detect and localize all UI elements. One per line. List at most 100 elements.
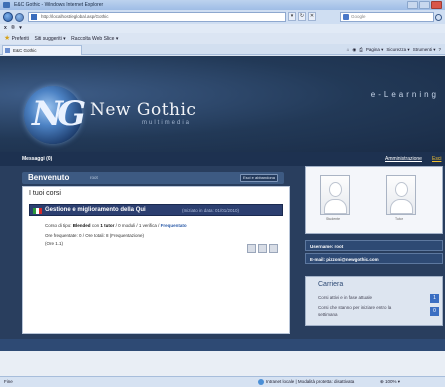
- course-date: (Iniziato in data: 01/01/2010): [182, 208, 240, 213]
- welcome-title: Benvenuto: [28, 173, 70, 182]
- cmd-help[interactable]: ?: [438, 46, 441, 54]
- admin-link[interactable]: Amministrazione: [385, 152, 422, 166]
- courses-heading: I tuoi corsi: [29, 190, 61, 197]
- course-hours-line: Ore frequentate: 0 / Ore totali: 8 (Freq…: [45, 233, 145, 238]
- tutor-avatar[interactable]: [386, 175, 416, 215]
- cmd-page[interactable]: Pagina ▾: [366, 46, 384, 54]
- page-footer-bar: [0, 339, 445, 351]
- address-bar-row: http://localhost/eglobal.asp/Gothic ▾ ↻ …: [0, 10, 445, 24]
- courses-panel: I tuoi corsi Gestione e miglioramento de…: [22, 186, 290, 334]
- search-placeholder: Google: [351, 14, 366, 19]
- course-title-bar[interactable]: Gestione e miglioramento della Qui (Iniz…: [29, 204, 283, 216]
- exit-link[interactable]: Esci: [432, 152, 441, 166]
- course-type-line: Corso di tipo: Blended con 1 tutor / 0 m…: [45, 223, 187, 228]
- course-name[interactable]: Gestione e miglioramento della Qui: [45, 207, 146, 213]
- favorites-star-icon[interactable]: ★: [4, 35, 10, 42]
- stop-icon[interactable]: ✕: [308, 12, 316, 21]
- forward-button[interactable]: [15, 13, 24, 22]
- security-zone-text: Intranet locale | Modalità protetta: dis…: [266, 379, 355, 384]
- refresh-icon[interactable]: ↻: [298, 12, 306, 21]
- tab-page[interactable]: E&C Gothic: [2, 45, 82, 55]
- career-title: Carriera: [318, 281, 344, 288]
- site-header: NG New Gothic multimedia e-Learning: [0, 56, 445, 152]
- course-type-label: Corso di tipo:: [45, 223, 72, 228]
- home-icon[interactable]: ⌂: [347, 46, 350, 54]
- username-row: Username: root: [305, 240, 443, 251]
- status-bar: Fine Intranet locale | Modalità protetta…: [0, 376, 445, 387]
- zoom-control[interactable]: ⊕ 100% ▾: [380, 377, 400, 387]
- avatar-body-icon: [324, 199, 347, 214]
- career-line-upcoming-cont: settimana: [318, 312, 338, 317]
- menu-row: x ® ▾: [0, 24, 445, 33]
- welcome-bar: Benvenuto root Esci e abbandona: [22, 172, 284, 184]
- url-text: http://localhost/eglobal.asp/Gothic: [41, 14, 109, 19]
- avatars-box: Studente Tutor: [305, 166, 443, 234]
- page-footer-area: [0, 351, 445, 376]
- logo-monogram: NG: [32, 94, 86, 134]
- course-hours-detail: (Ore 1.1): [45, 241, 64, 246]
- course-enter-icon[interactable]: [269, 244, 278, 253]
- messages-link[interactable]: Messaggi (0): [22, 152, 52, 166]
- browser-icon: [3, 2, 10, 8]
- menu-item-convert[interactable]: ®: [11, 25, 15, 31]
- course-doc-icon[interactable]: [258, 244, 267, 253]
- command-bar: ⌂ ◉ ⎙ Pagina ▾ Sicurezza ▾ Strumenti ▾ ?: [347, 46, 441, 54]
- favorites-item-suggested[interactable]: Siti suggeriti ▾: [34, 36, 65, 42]
- course-info-icon[interactable]: [247, 244, 256, 253]
- window-title: E&C Gothic - Windows Internet Explorer: [14, 2, 104, 8]
- favorites-button[interactable]: Preferiti: [12, 36, 29, 42]
- course-type-value: Blended: [72, 223, 91, 228]
- course-modules-summary: / 0 moduli / 1 verifica /: [115, 223, 160, 228]
- avatar-head-icon: [395, 182, 408, 197]
- cmd-tools[interactable]: Strumenti ▾: [413, 46, 436, 54]
- logout-button[interactable]: Esci e abbandona: [240, 174, 278, 182]
- career-line-upcoming[interactable]: Corsi che stanno per iniziare entro la: [318, 305, 391, 310]
- email-row: E-mail: pizzoni@newgothic.com: [305, 253, 443, 264]
- career-active-count[interactable]: 1: [430, 294, 439, 303]
- student-avatar[interactable]: [320, 175, 350, 215]
- tab-label: E&C Gothic: [13, 48, 37, 53]
- welcome-user: root: [90, 175, 98, 180]
- cmd-security[interactable]: Sicurezza ▾: [386, 46, 409, 54]
- window-titlebar: E&C Gothic - Windows Internet Explorer: [0, 0, 445, 10]
- menu-item-close[interactable]: x: [4, 25, 7, 31]
- career-line-active[interactable]: Corsi attivi e in fase attuale: [318, 295, 372, 300]
- course-type-connector: con: [91, 223, 100, 228]
- feeds-icon[interactable]: ◉: [352, 46, 356, 54]
- search-provider-icon: [343, 14, 349, 20]
- favorites-bar: ★ Preferiti Siti suggeriti ▾ Raccolta We…: [0, 33, 445, 44]
- search-input[interactable]: Google: [340, 12, 442, 22]
- page-viewport: NG New Gothic multimedia e-Learning Mess…: [0, 56, 445, 376]
- top-navigation: Messaggi (0) Amministrazione Esci: [0, 152, 445, 166]
- tab-favicon-icon: [5, 48, 10, 53]
- site-brand: New Gothic: [90, 100, 197, 120]
- search-icon[interactable]: [435, 14, 442, 21]
- print-icon[interactable]: ⎙: [359, 46, 363, 54]
- avatar-head-icon: [329, 182, 342, 197]
- course-tutor-count: 1 tutor: [100, 223, 115, 228]
- back-button[interactable]: [3, 12, 13, 22]
- address-tools: ▾ ↻ ✕: [288, 12, 316, 21]
- close-button[interactable]: [431, 1, 442, 9]
- favorites-item-webslice[interactable]: Raccolta Web Slice ▾: [71, 36, 118, 42]
- career-upcoming-count[interactable]: 0: [430, 307, 439, 316]
- course-actions: [247, 244, 278, 253]
- tutor-avatar-label: Tutor: [395, 217, 404, 221]
- page-favicon-icon: [31, 14, 37, 20]
- window-controls: [407, 1, 442, 9]
- student-avatar-label: Studente: [326, 217, 341, 221]
- career-box: Carriera Corsi attivi e in fase attuale …: [305, 276, 443, 326]
- security-zone: Intranet locale | Modalità protetta: dis…: [258, 377, 354, 387]
- menu-item-more[interactable]: ▾: [19, 25, 22, 31]
- dropdown-icon[interactable]: ▾: [288, 12, 296, 21]
- site-tagline: e-Learning: [370, 90, 439, 99]
- minimize-button[interactable]: [407, 1, 418, 9]
- avatar-body-icon: [390, 199, 413, 214]
- italian-flag-icon: [33, 208, 42, 214]
- site-brand-sub: multimedia: [142, 120, 192, 126]
- address-input[interactable]: http://localhost/eglobal.asp/Gothic: [28, 12, 286, 22]
- course-status-link[interactable]: Frequentato: [161, 223, 187, 228]
- logo-icon[interactable]: NG: [24, 86, 86, 144]
- maximize-button[interactable]: [419, 1, 430, 9]
- status-text: Fine: [4, 379, 13, 384]
